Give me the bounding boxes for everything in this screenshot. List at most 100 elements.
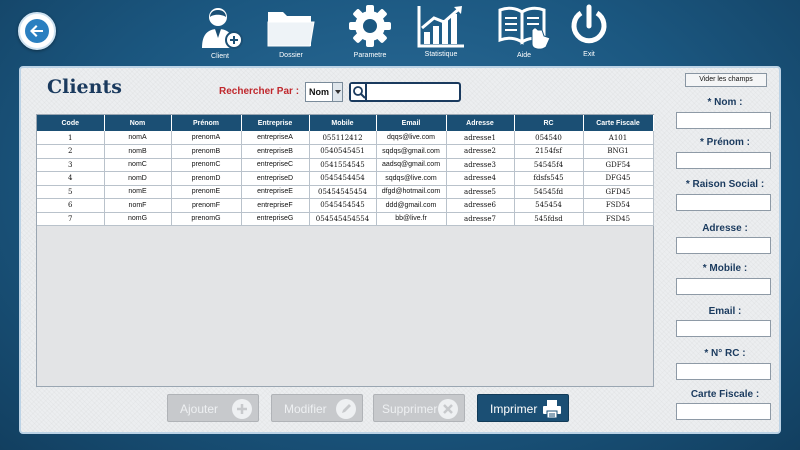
- table-cell[interactable]: 54545f4: [514, 158, 584, 172]
- table-cell[interactable]: nomE: [104, 185, 172, 199]
- table-cell[interactable]: ddd@gmail.com: [376, 198, 447, 213]
- search-input[interactable]: [369, 85, 457, 99]
- search-box[interactable]: [349, 82, 461, 102]
- table-cell[interactable]: adresse6: [446, 198, 515, 213]
- table-cell[interactable]: 7: [37, 212, 105, 226]
- table-cell[interactable]: entrepriseB: [241, 144, 310, 159]
- table-cell[interactable]: FSD45: [583, 212, 654, 226]
- table-cell[interactable]: 054545454554: [309, 212, 377, 226]
- table-cell[interactable]: prenomD: [171, 171, 242, 186]
- nom-field[interactable]: [676, 112, 771, 129]
- table-cell[interactable]: fdsfs545: [514, 171, 584, 186]
- table-cell[interactable]: prenomF: [171, 198, 242, 213]
- table-cell[interactable]: GDF54: [583, 158, 654, 172]
- table-cell[interactable]: adresse3: [446, 158, 515, 172]
- table-cell[interactable]: 2: [37, 144, 105, 159]
- table-cell[interactable]: prenomB: [171, 144, 242, 159]
- table-cell[interactable]: prenomE: [171, 185, 242, 199]
- table-row[interactable]: 2 nomB prenomB entrepriseB 0540545451 sqdqs@g…: [37, 144, 654, 159]
- table-cell[interactable]: dfgd@hotmail.com: [376, 185, 447, 199]
- table-cell[interactable]: entrepriseC: [241, 158, 310, 172]
- table-cell[interactable]: adresse2: [446, 144, 515, 159]
- clients-table[interactable]: Code Nom Prénom Entreprise Mobile Email Adress…: [36, 114, 654, 387]
- toolbar-exit[interactable]: Exit: [566, 4, 612, 62]
- table-row[interactable]: 3 nomC prenomC entrepriseC 0541554545 aadsq@g…: [37, 158, 654, 172]
- column-header[interactable]: Email: [376, 115, 447, 131]
- toolbar-statistique[interactable]: Statistique: [412, 4, 470, 62]
- table-cell[interactable]: 05454545454: [309, 185, 377, 199]
- table-cell[interactable]: BNG1: [583, 144, 654, 159]
- toolbar-parametre[interactable]: Parametre: [342, 4, 398, 62]
- table-row[interactable]: 5 nomE prenomE entrepriseE 05454545454 dfgd@h…: [37, 185, 654, 199]
- column-header[interactable]: Nom: [104, 115, 172, 131]
- table-cell[interactable]: 4: [37, 171, 105, 186]
- email-field[interactable]: [676, 320, 771, 337]
- table-cell[interactable]: prenomG: [171, 212, 242, 226]
- rc-field[interactable]: [676, 363, 771, 380]
- table-cell[interactable]: DFG45: [583, 171, 654, 186]
- chevron-down-icon[interactable]: [332, 83, 342, 101]
- table-cell[interactable]: adresse1: [446, 131, 515, 145]
- table-row[interactable]: 1 nomA prenomA entrepriseA 055112412 dqqs@liv…: [37, 131, 654, 145]
- table-row[interactable]: 7 nomG prenomG entrepriseG 054545454554 bb@li…: [37, 212, 654, 226]
- column-header[interactable]: RC: [514, 115, 584, 131]
- table-cell[interactable]: adresse7: [446, 212, 515, 226]
- table-cell[interactable]: entrepriseE: [241, 185, 310, 199]
- toolbar-dossier[interactable]: Dossier: [262, 4, 320, 62]
- table-cell[interactable]: adresse5: [446, 185, 515, 199]
- table-cell[interactable]: adresse4: [446, 171, 515, 186]
- table-cell[interactable]: entrepriseA: [241, 131, 310, 145]
- table-cell[interactable]: sqdqs@live.com: [376, 171, 447, 186]
- table-cell[interactable]: 3: [37, 158, 105, 172]
- table-cell[interactable]: 545fdsd: [514, 212, 584, 226]
- table-cell[interactable]: nomA: [104, 131, 172, 145]
- supprimer-button[interactable]: Supprimer: [373, 394, 465, 422]
- table-cell[interactable]: 0545454545: [309, 198, 377, 213]
- clear-fields-button[interactable]: Vider les champs: [685, 73, 767, 87]
- table-cell[interactable]: nomB: [104, 144, 172, 159]
- carte-fiscale-field[interactable]: [676, 403, 771, 420]
- table-cell[interactable]: 1: [37, 131, 105, 145]
- table-cell[interactable]: entrepriseG: [241, 212, 310, 226]
- column-header[interactable]: Entreprise: [241, 115, 310, 131]
- table-cell[interactable]: 0540545451: [309, 144, 377, 159]
- column-header[interactable]: Code: [37, 115, 105, 131]
- table-cell[interactable]: 2154fsf: [514, 144, 584, 159]
- table-cell[interactable]: 055112412: [309, 131, 377, 145]
- table-cell[interactable]: nomC: [104, 158, 172, 172]
- prenom-field[interactable]: [676, 152, 771, 169]
- ajouter-button[interactable]: Ajouter: [167, 394, 259, 422]
- adresse-field[interactable]: [676, 237, 771, 254]
- table-cell[interactable]: nomD: [104, 171, 172, 186]
- column-header[interactable]: Carte Fiscale: [583, 115, 654, 131]
- table-cell[interactable]: FSD54: [583, 198, 654, 213]
- table-cell[interactable]: A101: [583, 131, 654, 145]
- column-header[interactable]: Mobile: [309, 115, 377, 131]
- table-cell[interactable]: nomF: [104, 198, 172, 213]
- table-cell[interactable]: GFD45: [583, 185, 654, 199]
- table-cell[interactable]: sqdqs@gmail.com: [376, 144, 447, 159]
- table-row[interactable]: 4 nomD prenomD entrepriseD 0545454454 sqdqs@l…: [37, 171, 654, 186]
- imprimer-button[interactable]: Imprimer: [477, 394, 569, 422]
- table-cell[interactable]: aadsq@gmail.com: [376, 158, 447, 172]
- table-cell[interactable]: nomG: [104, 212, 172, 226]
- table-cell[interactable]: entrepriseD: [241, 171, 310, 186]
- column-header[interactable]: Adresse: [446, 115, 515, 131]
- toolbar-client[interactable]: Client: [188, 4, 252, 62]
- table-cell[interactable]: prenomA: [171, 131, 242, 145]
- search-field-select[interactable]: Nom: [305, 82, 343, 102]
- table-cell[interactable]: 545454: [514, 198, 584, 213]
- mobile-field[interactable]: [676, 278, 771, 295]
- table-cell[interactable]: 0545454454: [309, 171, 377, 186]
- table-cell[interactable]: 54545fd: [514, 185, 584, 199]
- table-cell[interactable]: entrepriseF: [241, 198, 310, 213]
- modifier-button[interactable]: Modifier: [271, 394, 363, 422]
- table-cell[interactable]: 0541554545: [309, 158, 377, 172]
- table-cell[interactable]: bb@live.fr: [376, 212, 447, 226]
- column-header[interactable]: Prénom: [171, 115, 242, 131]
- table-row[interactable]: 6 nomF prenomF entrepriseF 0545454545 ddd@gma…: [37, 198, 654, 213]
- table-cell[interactable]: 5: [37, 185, 105, 199]
- table-cell[interactable]: 054540: [514, 131, 584, 145]
- table-cell[interactable]: prenomC: [171, 158, 242, 172]
- toolbar-aide[interactable]: Aide: [494, 4, 554, 62]
